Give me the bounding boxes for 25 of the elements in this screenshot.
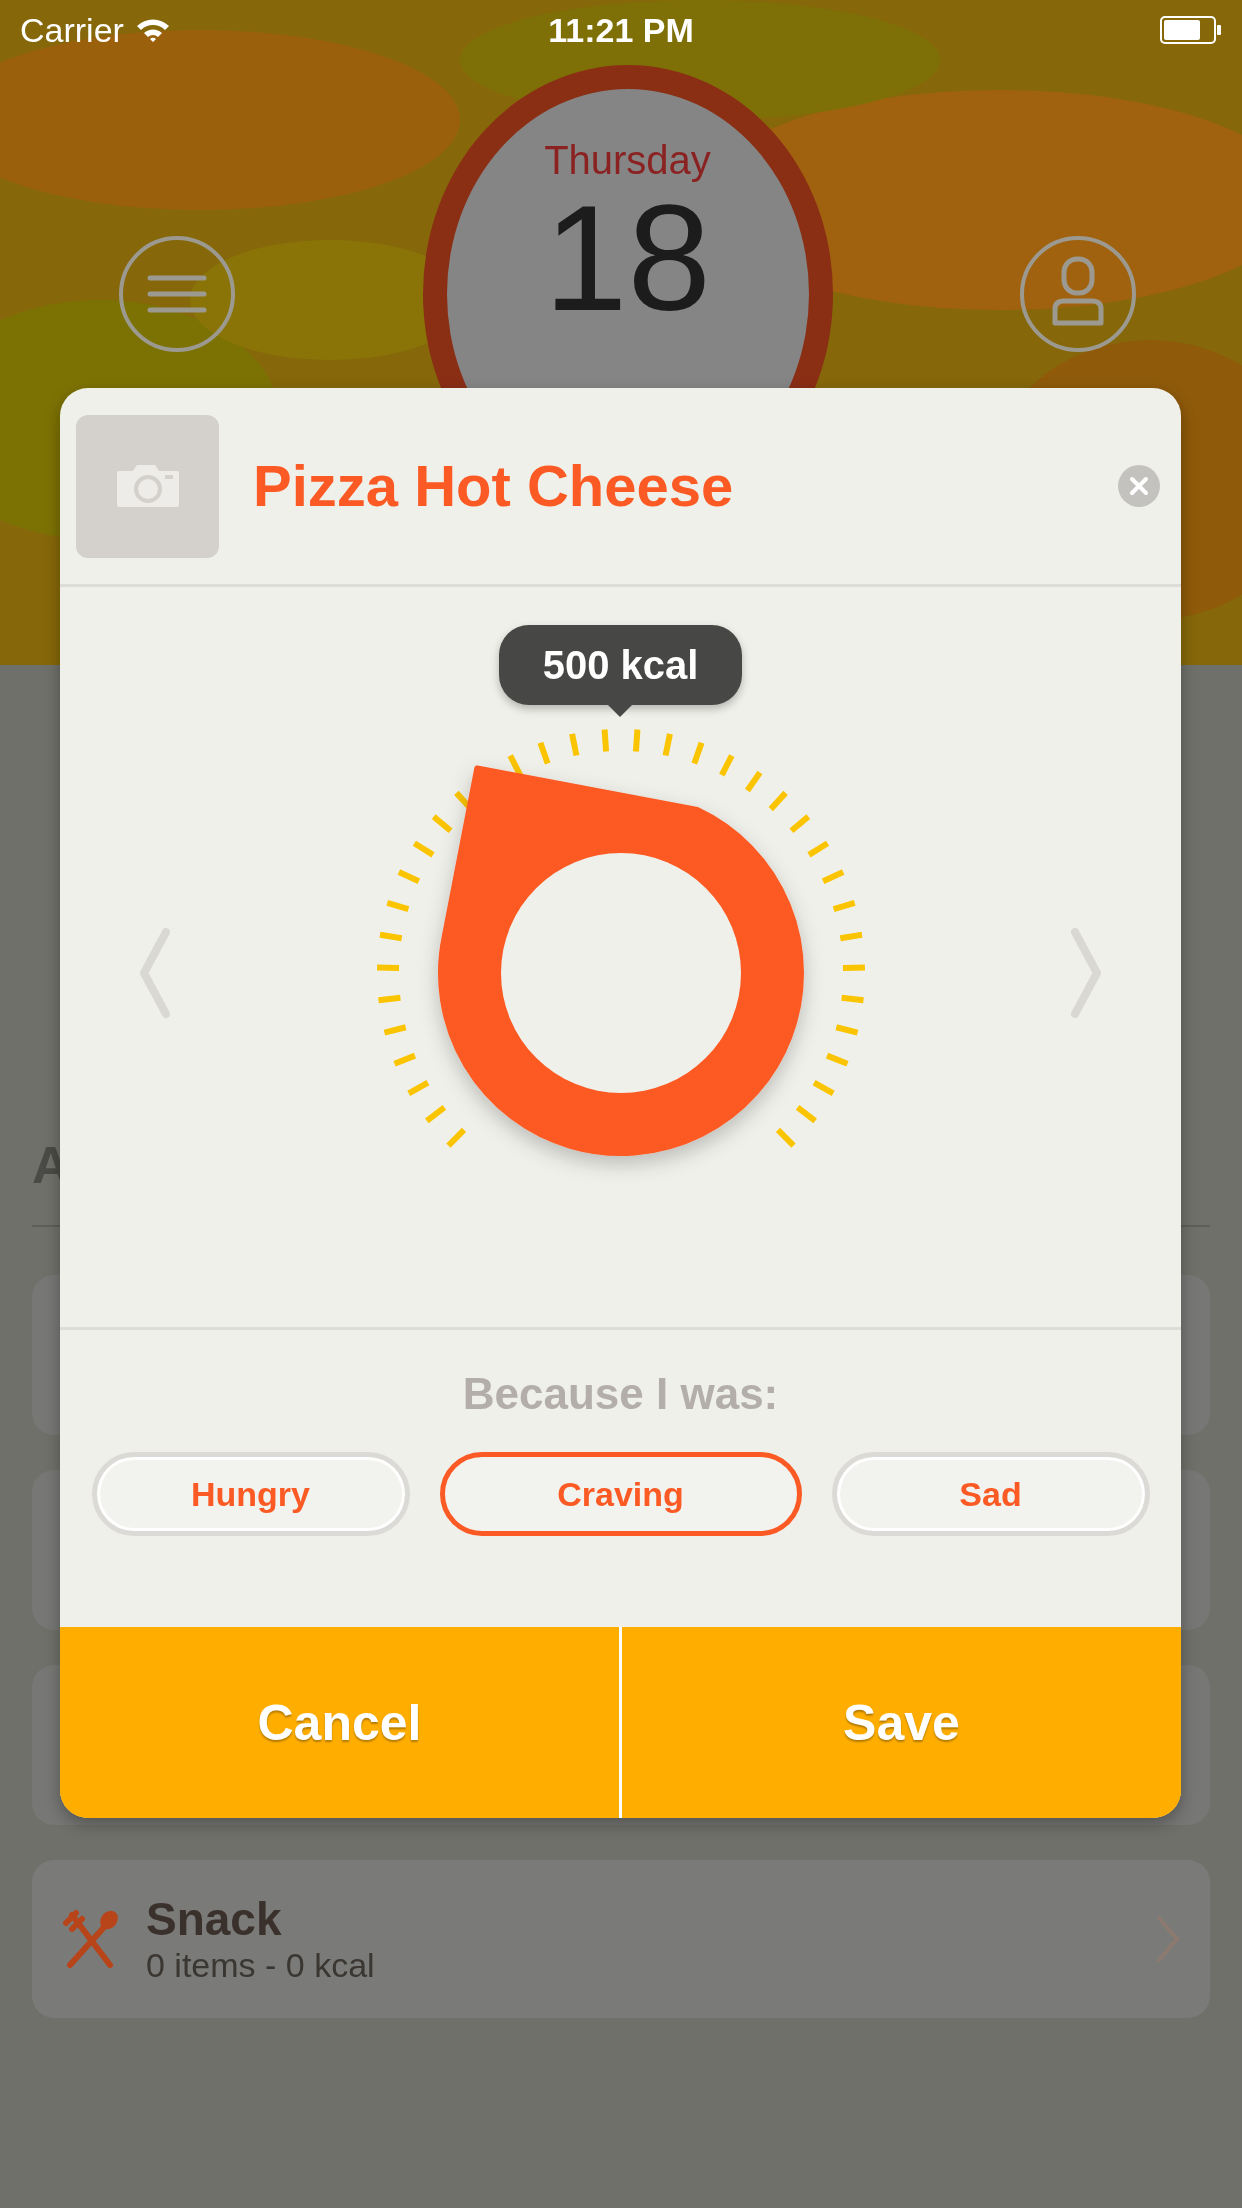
- battery-icon: [1160, 16, 1222, 44]
- reason-chip[interactable]: Sad: [831, 1452, 1150, 1536]
- chevron-left-icon[interactable]: [140, 928, 170, 1018]
- day-number: 18: [544, 183, 711, 333]
- menu-icon[interactable]: [118, 235, 236, 353]
- chevron-right-icon[interactable]: [1071, 928, 1101, 1018]
- photo-placeholder[interactable]: [76, 414, 219, 558]
- camera-icon: [114, 463, 181, 509]
- reason-prompt: Because I was:: [462, 1368, 779, 1420]
- snack-card[interactable]: Snack 0 items - 0 kcal: [32, 1860, 1210, 2018]
- meal-summary: 0 items - 0 kcal: [146, 1945, 375, 1985]
- weekday-label: Thursday: [544, 137, 711, 183]
- tooltip-pointer: [608, 705, 633, 717]
- profile-icon[interactable]: [1019, 235, 1137, 353]
- close-icon[interactable]: [1117, 464, 1161, 508]
- meal-name: Snack: [146, 1893, 282, 1945]
- clock-time: 11:21 PM: [548, 10, 694, 50]
- wifi-icon: [135, 17, 170, 43]
- carrier-label: Carrier: [20, 10, 124, 50]
- reason-chip[interactable]: Hungry: [91, 1452, 410, 1536]
- food-title: Pizza Hot Cheese: [253, 452, 735, 520]
- save-button[interactable]: Save: [619, 1627, 1181, 1818]
- reason-chip[interactable]: Craving: [439, 1452, 802, 1536]
- fork-spoon-icon: [62, 1909, 118, 1969]
- dial-knob[interactable]: [437, 765, 804, 1156]
